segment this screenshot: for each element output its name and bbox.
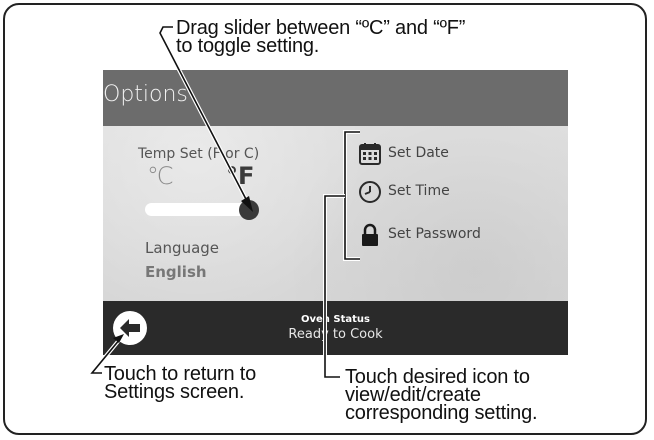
lock-icon — [362, 223, 378, 246]
oven-status-value: Ready to Cook — [288, 327, 383, 342]
fahrenheit-label: °F — [226, 162, 255, 190]
set-password-label: Set Password — [388, 226, 481, 242]
set-time-button[interactable]: Set Time — [358, 180, 498, 210]
callout-back-line2: Settings screen. — [104, 381, 245, 403]
callout-slider: Drag slider between “ºC” and “ºF” to tog… — [176, 18, 465, 57]
status-bar: Oven Status Ready to Cook — [103, 301, 568, 355]
set-time-label: Set Time — [388, 183, 450, 199]
set-date-button[interactable]: Set Date — [358, 142, 498, 172]
callout-slider-line2: to toggle setting. — [176, 35, 320, 57]
oven-status-title: Oven Status — [301, 314, 370, 325]
callout-icons: Touch desired icon to view/edit/create c… — [345, 367, 538, 424]
celsius-label: ℃ — [147, 162, 174, 190]
page-title: Options — [103, 82, 188, 107]
set-password-button[interactable]: Set Password — [358, 223, 518, 253]
temp-set-label: Temp Set (F or C) — [138, 146, 260, 162]
title-bar: Options — [103, 70, 568, 126]
callout-back: Touch to return to Settings screen. — [104, 364, 256, 403]
set-date-label: Set Date — [388, 145, 449, 161]
language-value[interactable]: English — [145, 263, 207, 281]
temp-unit-slider[interactable] — [145, 203, 253, 216]
callout-icons-line3: corresponding setting. — [345, 402, 538, 424]
clock-icon — [359, 181, 381, 203]
options-screen: Options Temp Set (F or C) ℃ °F Language … — [103, 70, 568, 355]
language-label: Language — [145, 239, 220, 257]
calendar-icon — [359, 143, 381, 165]
temp-unit-slider-thumb[interactable] — [239, 200, 259, 220]
